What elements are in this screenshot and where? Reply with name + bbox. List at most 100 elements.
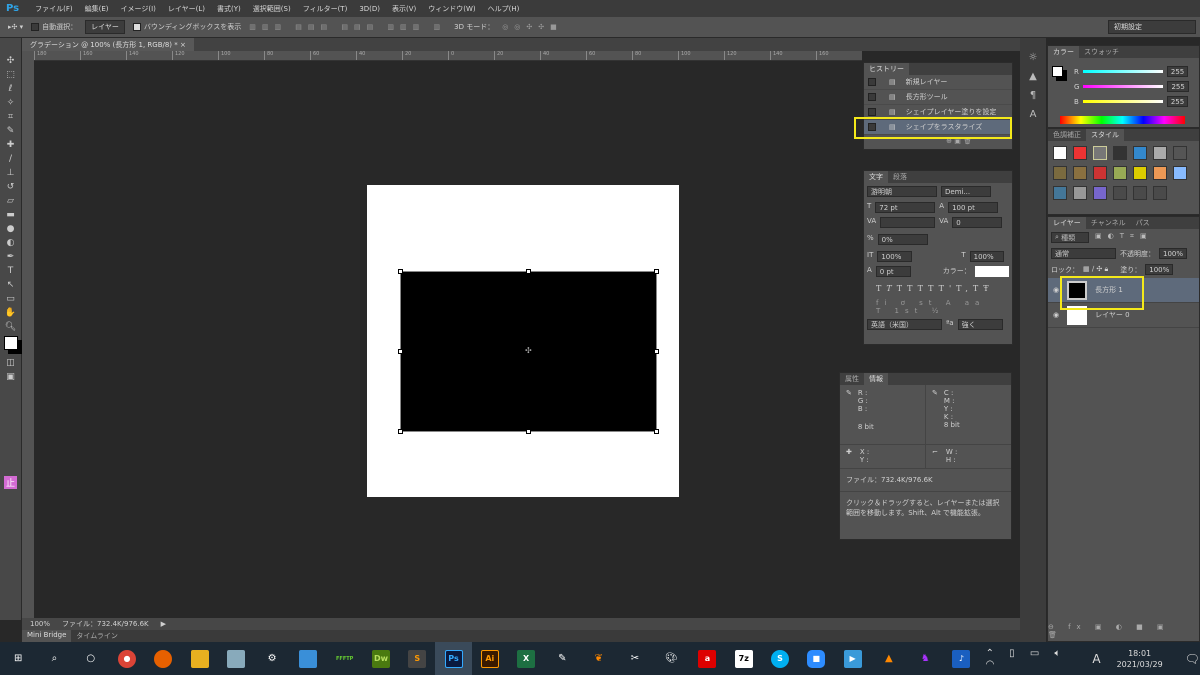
transform-handle[interactable] [398,429,403,434]
paragraph-style-icon[interactable]: A [1030,109,1037,120]
auto-select-checkbox[interactable]: 自動選択： [31,22,77,32]
blue-value[interactable]: 255 [1166,96,1189,107]
chrome-icon[interactable]: ● [109,642,145,675]
dodge-icon[interactable]: ◐ [7,238,15,248]
menu-file[interactable]: ファイル(F) [29,4,79,14]
tab-styles[interactable]: スタイル [1086,129,1124,141]
transform-handle[interactable] [398,269,403,274]
transform-handle[interactable] [654,269,659,274]
tab-swatches[interactable]: スウォッチ [1079,46,1124,58]
rectangle-icon[interactable]: ▭ [6,294,15,304]
layer-select-dropdown[interactable]: レイヤー [85,20,125,34]
red-slider[interactable] [1082,70,1163,73]
menu-image[interactable]: イメージ(I) [115,4,162,14]
move-tool-icon[interactable]: ✣ [7,56,15,66]
text-color-swatch[interactable] [974,266,1009,277]
zoom-level[interactable]: 100% [30,620,50,628]
quick-select-icon[interactable]: ✧ [7,98,15,108]
blue-slider[interactable] [1082,100,1163,103]
screen-mode-icon[interactable]: ▣ [6,372,15,382]
dreamweaver-icon[interactable]: Dw [363,642,399,675]
black-rectangle-shape[interactable]: ✣ [398,269,659,434]
eye-icon[interactable]: ◉ [1053,286,1059,294]
blur-icon[interactable]: ● [7,224,15,234]
hand-icon[interactable]: ✋ [5,308,16,318]
butterfly-icon[interactable]: ❦ [581,642,617,675]
bbox-checkbox[interactable]: バウンディングボックスを表示 [132,22,241,32]
notification-icon[interactable]: 🗨︎ [1185,652,1200,666]
purple-app-icon[interactable]: ♞ [907,642,943,675]
music-icon[interactable]: ♪ [943,642,979,675]
blend-mode-select[interactable]: 通常 [1051,248,1116,259]
path-select-icon[interactable]: ↖ [7,280,15,290]
menu-view[interactable]: 表示(V) [386,4,422,14]
avira-icon[interactable]: a [689,642,725,675]
illustrator-icon[interactable]: Ai [472,642,508,675]
ffftp-icon[interactable]: FFFTP [327,642,363,675]
quickmask-icon[interactable]: ◫ [6,358,15,368]
stamp-icon[interactable]: ⊥ [7,168,15,178]
menu-type[interactable]: 書式(Y) [211,4,247,14]
photoshop-icon[interactable]: Ps [435,642,472,675]
red-value[interactable]: 255 [1166,66,1189,77]
workspace-dropdown[interactable]: 初期設定 [1108,20,1196,34]
leading-field[interactable]: 100 pt [948,202,999,213]
antialias-select[interactable]: 強く [957,319,1003,330]
ime-indicator[interactable]: A [1092,652,1100,666]
language-select[interactable]: 英語（米国） [867,319,942,330]
tracking-field[interactable]: 0 [952,217,1003,228]
status-file-size[interactable]: ファイル：732.4K/976.6K [62,619,149,629]
tab-timeline[interactable]: タイムライン [71,630,123,642]
marquee-tool-icon[interactable]: ⬚ [6,70,15,80]
transform-handle[interactable] [398,349,403,354]
menu-3d[interactable]: 3D(D) [353,5,386,13]
tool-icon[interactable]: ✎ [544,642,580,675]
color-swatch-icon[interactable] [3,336,18,350]
tab-info[interactable]: 情報 [864,373,888,385]
tab-character[interactable]: 文字 [864,171,888,183]
kerning-field[interactable] [880,217,936,228]
font-style-select[interactable]: Demi... [941,186,991,197]
tab-color[interactable]: カラー [1048,46,1079,58]
healing-icon[interactable]: ✚ [7,140,15,150]
font-family-select[interactable]: 游明朝 [867,186,937,197]
tab-channels[interactable]: チャンネル [1086,217,1131,229]
menu-help[interactable]: ヘルプ(H) [482,4,526,14]
opentype-buttons[interactable]: fi ơ st A aa T 1st ½ [864,298,1012,316]
menu-select[interactable]: 選択範囲(S) [247,4,297,14]
explorer-icon[interactable] [181,642,217,675]
zoom-app-icon[interactable]: ■ [798,642,834,675]
vlc-icon[interactable]: ▲ [871,642,907,675]
tab-properties[interactable]: 属性 [840,373,864,385]
tab-paths[interactable]: パス [1131,217,1155,229]
transform-handle[interactable] [526,429,531,434]
tab-layers[interactable]: レイヤー [1048,217,1086,229]
tab-paragraph[interactable]: 段落 [888,171,912,183]
skype-icon[interactable]: S [762,642,798,675]
fill-field[interactable]: 100% [1145,264,1174,275]
palette-icon[interactable]: 🎨︎ [653,642,689,675]
lock-icons[interactable]: ▦ ∕ ✣ 🔒︎ [1083,265,1108,274]
close-icon[interactable]: × [180,41,186,49]
baseline-shift-field[interactable]: 0 pt [875,266,911,277]
clock[interactable]: 18:01 2021/03/29 [1117,648,1163,670]
filter-icons[interactable]: ▣◐T⌗▣ [1095,232,1153,243]
start-icon[interactable]: ⊞ [0,642,36,675]
media-player-icon[interactable]: ▶ [834,642,870,675]
menu-edit[interactable]: 編集(E) [79,4,115,14]
vertical-scale-field[interactable]: 100% [877,251,913,262]
menu-window[interactable]: ウィンドウ(W) [422,4,481,14]
opacity-field[interactable]: 100% [1159,248,1188,259]
tsume-field[interactable]: 0% [877,234,928,245]
document-tab[interactable]: グラデーション @ 100% (長方形 1, RGB/8) * × [22,38,194,51]
font-size-field[interactable]: 72 pt [875,202,936,213]
histogram-icon[interactable]: ▲ [1029,71,1037,82]
crop-tool-icon[interactable]: ⌗ [8,112,13,122]
status-arrow-icon[interactable]: ▶ [161,620,166,628]
color-spectrum[interactable] [1060,116,1185,124]
align-icons[interactable]: ▥▥▥ ▤▤▤ ▤▤▤ ▥▥▥ ▥ [249,23,446,31]
settings-icon[interactable]: ⚙ [254,642,290,675]
notepad-icon[interactable] [218,642,254,675]
history-item[interactable]: ▤ 長方形ツール [864,90,1012,105]
layer-filter-select[interactable]: ⌕ 種類 [1051,232,1089,243]
